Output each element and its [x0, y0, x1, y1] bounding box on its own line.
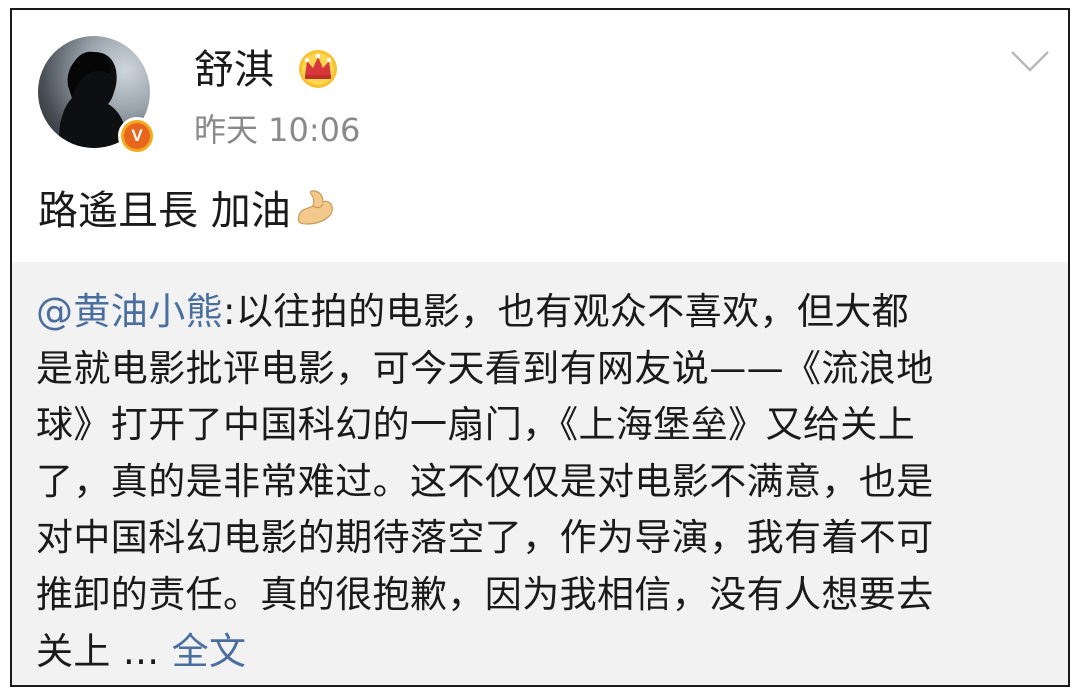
- full-text-link[interactable]: 全文: [172, 630, 247, 673]
- weibo-post-card: V 舒淇 昨天 10:06 路遙且長 加油 @黄油小熊:以往拍的电影，也有观众不…: [10, 8, 1070, 687]
- mention-link[interactable]: @黄油小熊: [36, 290, 223, 333]
- repost-line: 关上 ... 全文: [36, 624, 1046, 681]
- repost-line: @黄油小熊:以往拍的电影，也有观众不喜欢，但大都: [36, 284, 1046, 341]
- repost-line: 了，真的是非常难过。这不仅仅是对电影不满意，也是: [36, 459, 934, 503]
- verified-badge-letter: V: [124, 123, 150, 149]
- chevron-down-icon[interactable]: [1008, 46, 1052, 76]
- repost-line-text: 关上 ...: [36, 629, 172, 673]
- repost-line: 是就电影批评电影，可今天看到有网友说——《流浪地: [36, 346, 934, 390]
- post-timestamp: 昨天 10:06: [194, 111, 361, 149]
- crown-icon[interactable]: [296, 45, 340, 89]
- username[interactable]: 舒淇: [194, 42, 274, 98]
- flexed-biceps-emoji-icon: [297, 190, 333, 225]
- post-text: 路遙且長 加油: [38, 188, 291, 234]
- repost-line: 推卸的责任。真的很抱歉，因为我相信，没有人想要去: [36, 572, 934, 616]
- repost-line: 球》打开了中国科幻的一扇门，《上海堡垒》又给关上: [36, 403, 916, 447]
- repost-text: @黄油小熊:以往拍的电影，也有观众不喜欢，但大都 是就电影批评电影，可今天看到有…: [36, 284, 1046, 680]
- verified-badge-icon: V: [118, 117, 156, 155]
- reposted-content[interactable]: @黄油小熊:以往拍的电影，也有观众不喜欢，但大都 是就电影批评电影，可今天看到有…: [12, 262, 1068, 685]
- repost-line: 对中国科幻电影的期待落空了，作为导演，我有着不可: [36, 516, 934, 560]
- repost-line-text: :以往拍的电影，也有观众不喜欢，但大都: [223, 290, 910, 333]
- post-content: 路遙且長 加油: [38, 184, 335, 238]
- original-post: V 舒淇 昨天 10:06 路遙且長 加油: [12, 10, 1068, 262]
